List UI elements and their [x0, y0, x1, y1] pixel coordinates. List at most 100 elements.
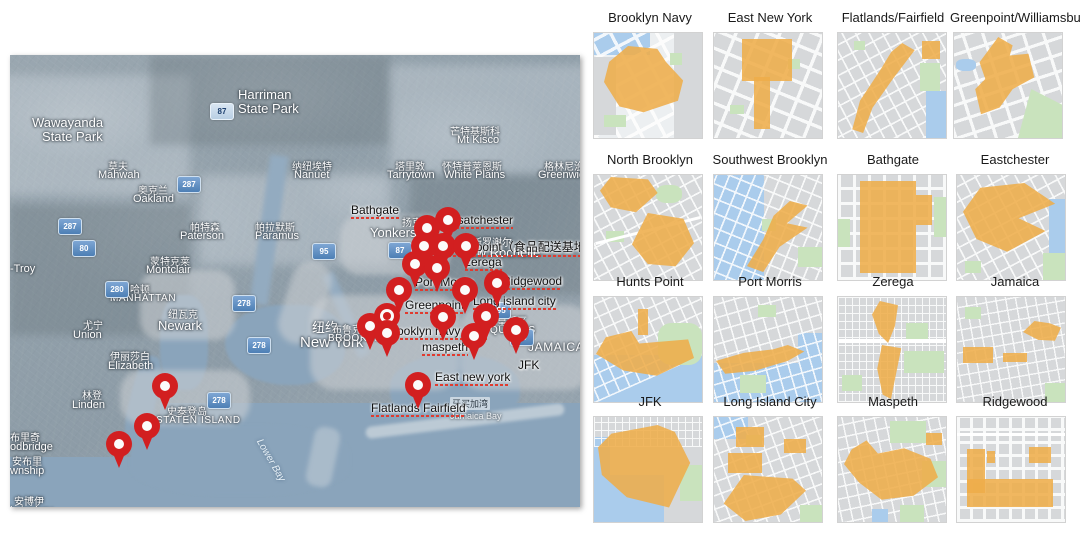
thumbnail-map[interactable] [956, 174, 1066, 281]
thumb-highlight-area [963, 347, 993, 363]
grid-cell-greenpoint-williamsburg[interactable]: Greenpoint/Williamsburg [950, 10, 1080, 150]
thumb-highlight-area [922, 41, 940, 59]
thumb-park [890, 421, 926, 443]
annotation-bathgate: Bathgate [351, 203, 400, 219]
highway-shield-278b: 278 [247, 337, 271, 354]
thumb-highlight-area [742, 39, 792, 81]
highway-shield-80: 80 [72, 240, 96, 257]
thumb-water [956, 59, 976, 71]
grid-cell-north-brooklyn[interactable]: North Brooklyn [590, 152, 710, 292]
grid-cell-flatlands-fairfield[interactable]: Flatlands/Fairfield [831, 10, 955, 150]
highway-shield-287-a: 287 [177, 176, 201, 193]
grid-cell-ridgewood[interactable]: Ridgewood [950, 394, 1080, 534]
grid-cell-eastchester[interactable]: Eastchester [950, 152, 1080, 292]
highway-shield-278c: 278 [207, 392, 231, 409]
grid-cell-label: Port Morris [738, 274, 802, 289]
grid-cell-label: Eastchester [980, 152, 1050, 167]
grid-cell-label: Bathgate [866, 152, 920, 167]
thumb-highlight-area [1003, 353, 1027, 362]
thumbnail-map[interactable] [713, 416, 823, 523]
thumb-highlight-area [967, 479, 1053, 507]
grid-cell-label: JFK [638, 394, 662, 409]
thumb-park [842, 375, 862, 391]
thumb-park [838, 219, 850, 247]
grid-cell-hunts-point[interactable]: Hunts Point [590, 274, 710, 414]
grid-cell-label: Long Island City [723, 394, 817, 409]
thumb-park [758, 305, 776, 317]
thumb-park [800, 505, 822, 522]
map-pin-21-staten-s[interactable] [106, 431, 132, 469]
annotation-east-new-york: East new york [435, 370, 511, 386]
highway-shield-287-b: 287 [58, 218, 82, 235]
grid-cell-label: Maspeth [868, 394, 918, 409]
map-canvas[interactable]: Wawayanda State Park Harriman State Park… [10, 55, 580, 507]
map-pin-20-staten-c[interactable] [134, 413, 160, 451]
thumb-park [920, 63, 940, 91]
thumbnail-map[interactable] [837, 32, 947, 139]
grid-cell-maspeth[interactable]: Maspeth [831, 394, 955, 534]
thumbnail-map[interactable] [713, 32, 823, 139]
thumb-park [730, 105, 744, 114]
thumbnail-map[interactable] [837, 416, 947, 523]
map-pin-05[interactable] [453, 233, 479, 271]
thumb-highlight-area [987, 451, 995, 463]
grid-cell-jfk[interactable]: JFK [590, 394, 710, 534]
grid-cell-label: Flatlands/Fairfield [841, 10, 945, 25]
grid-cell-label: Jamaica [990, 274, 1040, 289]
thumbnail-map[interactable] [593, 174, 703, 281]
map-pin-14[interactable] [430, 304, 456, 342]
grid-cell-zerega[interactable]: Zerega [831, 274, 955, 414]
thumb-park [900, 505, 924, 522]
thumbnail-map[interactable] [953, 32, 1063, 139]
grid-cell-label: East New York [727, 10, 813, 25]
grid-cell-brooklyn-navy[interactable]: Brooklyn Navy [590, 10, 710, 150]
grid-cell-port-morris[interactable]: Port Morris [710, 274, 830, 414]
highway-shield-278a: 278 [232, 295, 256, 312]
grid-cell-east-new-york[interactable]: East New York [710, 10, 830, 150]
map-pin-16[interactable] [473, 303, 499, 341]
grid-cell-label: Brooklyn Navy [608, 10, 692, 25]
thumbnail-map[interactable] [713, 296, 823, 403]
thumbnail-map[interactable] [956, 416, 1066, 523]
thumbnail-map[interactable] [593, 416, 703, 523]
satellite-map-panel[interactable]: Wawayanda State Park Harriman State Park… [10, 55, 580, 507]
thumbnail-map[interactable] [837, 174, 947, 281]
thumb-water [926, 91, 946, 138]
grid-cell-label: Zerega [872, 274, 914, 289]
annotation-ridgewood: Ridgewood [502, 274, 563, 290]
thumbnail-map[interactable] [593, 296, 703, 403]
map-pin-18[interactable] [405, 372, 431, 410]
urban-newark [140, 270, 235, 340]
map-pin-13[interactable] [374, 320, 400, 358]
grid-cell-long-island-city[interactable]: Long Island City [710, 394, 830, 534]
thumb-road [957, 433, 1065, 436]
thumbnail-map[interactable] [713, 174, 823, 281]
thumbnail-map[interactable] [837, 296, 947, 403]
grid-cell-label: North Brooklyn [607, 152, 693, 167]
thumb-highlight-area [926, 433, 942, 445]
thumb-highlight-area [916, 195, 932, 225]
highway-shield-87: 87 [210, 103, 234, 120]
thumb-highlight-area [1029, 447, 1051, 463]
map-pin-19-staten-n[interactable] [152, 373, 178, 411]
thumb-park [965, 261, 981, 273]
screenshot-root: Wawayanda State Park Harriman State Park… [0, 0, 1080, 532]
thumb-park [604, 115, 626, 127]
land-highlight-ne [390, 65, 580, 175]
thumb-water [1049, 199, 1065, 253]
grid-cell-jamaica[interactable]: Jamaica [950, 274, 1080, 414]
grid-cell-label: Greenpoint/Williamsburg [950, 10, 1080, 25]
thumbnail-map[interactable] [593, 32, 703, 139]
thumb-highlight-area [784, 439, 806, 453]
map-pin-17[interactable] [503, 317, 529, 355]
land-shadow-n [150, 55, 390, 145]
thumb-highlight-area [860, 181, 916, 273]
thumb-park [934, 197, 946, 237]
thumbnail-map[interactable] [956, 296, 1066, 403]
grid-cell-southwest-brooklyn[interactable]: Southwest Brooklyn [710, 152, 830, 292]
thumb-park [965, 307, 981, 319]
thumb-highlight-area [754, 77, 770, 129]
thumb-highlight-area [638, 309, 648, 335]
grid-cell-bathgate[interactable]: Bathgate [831, 152, 955, 292]
map-pin-07[interactable] [424, 255, 450, 293]
